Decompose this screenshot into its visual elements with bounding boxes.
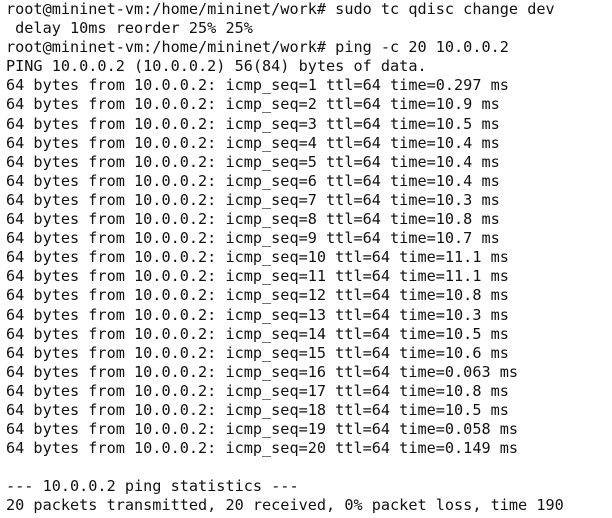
terminal-line-statistics-summary: 20 packets transmitted, 20 received, 0% … xyxy=(6,496,564,515)
terminal-window[interactable]: root@mininet-vm:/home/mininet/work# sudo… xyxy=(0,0,612,518)
terminal-line-output: 64 bytes from 10.0.0.2: icmp_seq=12 ttl=… xyxy=(6,286,509,305)
terminal-line-output: 64 bytes from 10.0.0.2: icmp_seq=6 ttl=6… xyxy=(6,171,500,190)
terminal-line-command-continuation: delay 10ms reorder 25% 25% xyxy=(6,19,253,38)
terminal-line-output: 64 bytes from 10.0.0.2: icmp_seq=14 ttl=… xyxy=(6,324,509,343)
terminal-line-output: 64 bytes from 10.0.0.2: icmp_seq=20 ttl=… xyxy=(6,439,519,458)
terminal-line-output: 64 bytes from 10.0.0.2: icmp_seq=8 ttl=6… xyxy=(6,210,500,229)
terminal-line-output: 64 bytes from 10.0.0.2: icmp_seq=7 ttl=6… xyxy=(6,190,500,209)
terminal-line-output: 64 bytes from 10.0.0.2: icmp_seq=3 ttl=6… xyxy=(6,114,500,133)
terminal-line-output: 64 bytes from 10.0.0.2: icmp_seq=1 ttl=6… xyxy=(6,76,509,95)
terminal-line-output: 64 bytes from 10.0.0.2: icmp_seq=19 ttl=… xyxy=(6,420,519,439)
terminal-line-output: PING 10.0.0.2 (10.0.0.2) 56(84) bytes of… xyxy=(6,57,427,76)
terminal-line-statistics-header: --- 10.0.0.2 ping statistics --- xyxy=(6,477,299,496)
terminal-line-output: 64 bytes from 10.0.0.2: icmp_seq=10 ttl=… xyxy=(6,248,509,267)
terminal-line-output: 64 bytes from 10.0.0.2: icmp_seq=9 ttl=6… xyxy=(6,229,500,248)
terminal-line-output: 64 bytes from 10.0.0.2: icmp_seq=16 ttl=… xyxy=(6,362,519,381)
terminal-line-output: 64 bytes from 10.0.0.2: icmp_seq=17 ttl=… xyxy=(6,381,509,400)
terminal-line-output: 64 bytes from 10.0.0.2: icmp_seq=18 ttl=… xyxy=(6,400,509,419)
terminal-line-output: 64 bytes from 10.0.0.2: icmp_seq=11 ttl=… xyxy=(6,267,509,286)
terminal-line-output: 64 bytes from 10.0.0.2: icmp_seq=4 ttl=6… xyxy=(6,133,500,152)
terminal-line-output: 64 bytes from 10.0.0.2: icmp_seq=13 ttl=… xyxy=(6,305,509,324)
terminal-line-output: 64 bytes from 10.0.0.2: icmp_seq=15 ttl=… xyxy=(6,343,509,362)
terminal-line-command: root@mininet-vm:/home/mininet/work# sudo… xyxy=(6,0,555,18)
terminal-line-output: 64 bytes from 10.0.0.2: icmp_seq=5 ttl=6… xyxy=(6,152,500,171)
terminal-output: root@mininet-vm:/home/mininet/work# sudo… xyxy=(0,0,612,516)
terminal-line-command: root@mininet-vm:/home/mininet/work# ping… xyxy=(6,38,509,57)
terminal-line-output: 64 bytes from 10.0.0.2: icmp_seq=2 ttl=6… xyxy=(6,95,500,114)
